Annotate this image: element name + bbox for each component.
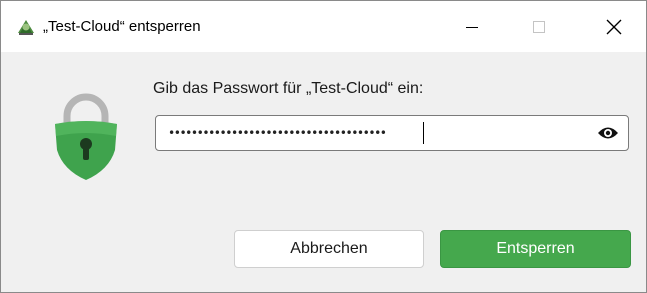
cancel-button[interactable]: Abbrechen <box>234 230 424 268</box>
minimize-icon <box>466 26 478 28</box>
text-caret <box>423 122 424 144</box>
maximize-icon <box>533 20 545 33</box>
close-button[interactable] <box>591 1 637 52</box>
close-icon <box>606 19 622 34</box>
window-title: „Test-Cloud“ entsperren <box>43 18 201 35</box>
app-logo-icon <box>18 20 34 35</box>
padlock-icon <box>55 93 117 180</box>
unlock-button[interactable]: Entsperren <box>440 230 631 268</box>
password-prompt-label: Gib das Passwort für „Test-Cloud“ ein: <box>153 80 424 97</box>
minimize-button[interactable] <box>449 1 495 52</box>
title-bar: „Test-Cloud“ entsperren <box>1 1 646 52</box>
maximize-button[interactable] <box>516 1 562 52</box>
dialog-body: Gib das Passwort für „Test-Cloud“ ein: •… <box>1 52 646 292</box>
password-input[interactable]: •••••••••••••••••••••••••••••••••••••• <box>155 115 629 151</box>
password-masked-value: •••••••••••••••••••••••••••••••••••••• <box>168 126 387 140</box>
eye-icon[interactable] <box>597 125 619 141</box>
unlock-dialog-window: „Test-Cloud“ entsperren Gib das Passwort… <box>0 0 647 293</box>
